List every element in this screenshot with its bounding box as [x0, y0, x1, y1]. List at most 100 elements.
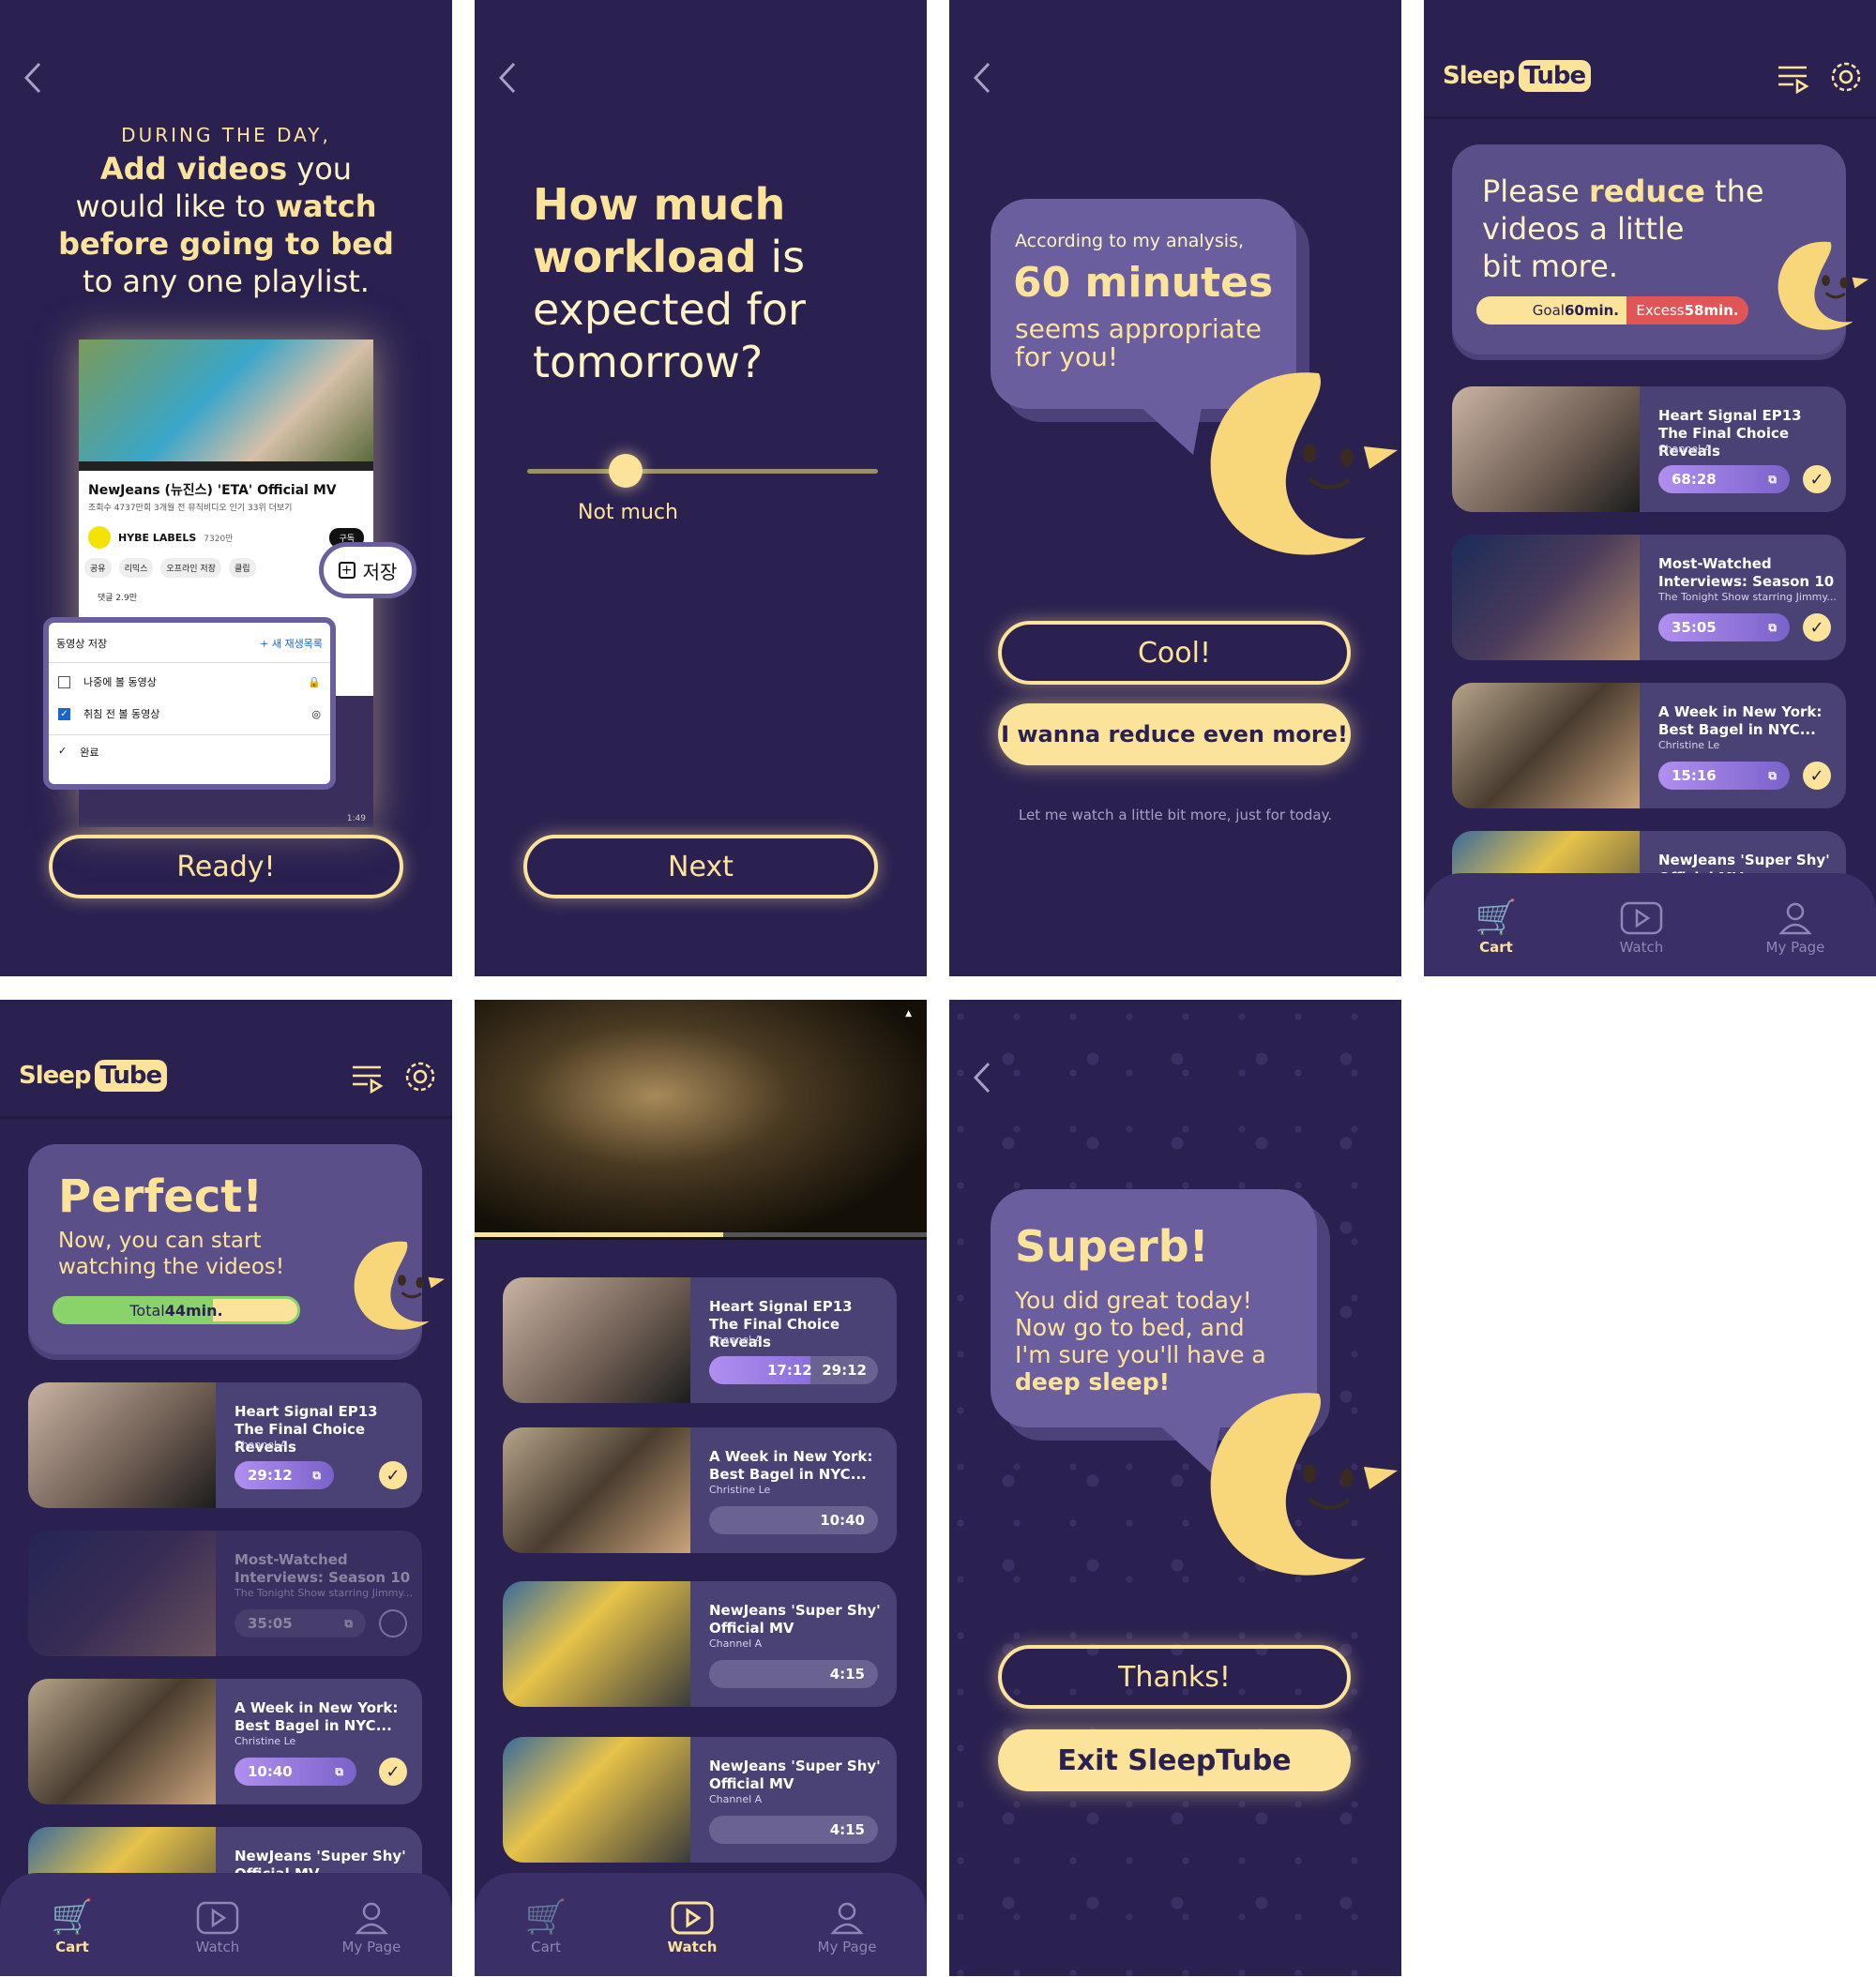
channel-name: HYBE LABELS: [118, 531, 197, 544]
video-card-unchecked[interactable]: Most-Watched Interviews: Season 10 The To…: [28, 1531, 422, 1656]
nav-watch[interactable]: Watch: [196, 1901, 239, 1955]
goal-bar: Goal 60min. Excess 58min.: [1476, 296, 1748, 324]
video-thumbnail: [503, 1581, 690, 1707]
duration-pill[interactable]: 4:15: [709, 1816, 878, 1844]
card-title-2: Official MV: [709, 1620, 794, 1637]
video-card[interactable]: NewJeans 'Super Shy' Official MV Channel …: [503, 1581, 897, 1707]
check-icon[interactable]: ✓: [1803, 613, 1831, 641]
nav-cart[interactable]: 🛒 Cart: [1475, 898, 1518, 957]
thanks-button[interactable]: Thanks!: [998, 1645, 1351, 1709]
done-button[interactable]: ✓ 완료: [49, 735, 330, 769]
sleeptube-logo: Sleep Tube: [19, 1060, 168, 1092]
card-channel: Christine Le: [1658, 739, 1720, 751]
nav-mypage[interactable]: My Page: [342, 1901, 401, 1955]
screen-superb: Superb! You did great today! Now go to b…: [949, 1000, 1401, 1976]
clip-action[interactable]: 클립: [228, 558, 256, 578]
card-channel: Channel A: [1658, 443, 1712, 455]
nav-cart[interactable]: 🛒 Cart: [525, 1901, 567, 1956]
card-channel: Christine Le: [709, 1484, 771, 1496]
duration-pill[interactable]: 10:40 ⧉: [234, 1758, 356, 1786]
nav-mypage[interactable]: My Page: [818, 1901, 876, 1955]
channel-avatar: [88, 526, 111, 549]
remix-action[interactable]: 리믹스: [118, 558, 154, 578]
ready-button[interactable]: Ready!: [49, 835, 403, 898]
back-arrow-icon[interactable]: [968, 1056, 996, 1099]
new-playlist-button[interactable]: + 새 재생목록: [260, 636, 323, 651]
card-title: NewJeans 'Super Shy': [234, 1848, 406, 1864]
video-card-playing[interactable]: Heart Signal EP13 The Final Choice Reveal…: [503, 1277, 897, 1403]
duration-pill[interactable]: 35:05 ⧉: [1658, 613, 1790, 641]
check-icon[interactable]: ✓: [1803, 762, 1831, 790]
duration-pill[interactable]: 29:12 ⧉: [234, 1461, 334, 1489]
back-arrow-icon[interactable]: [19, 56, 47, 99]
cart-icon: 🛒: [1475, 898, 1518, 937]
watch-more-link[interactable]: Let me watch a little bit more, just for…: [949, 807, 1401, 823]
video-thumbnail: [503, 1277, 690, 1403]
video-card[interactable]: A Week in New York: Best Bagel in NYC... …: [503, 1427, 897, 1553]
card-title: Heart Signal EP13: [709, 1298, 853, 1315]
check-icon[interactable]: ✓: [1803, 465, 1831, 493]
duration-pill[interactable]: 4:15: [709, 1660, 878, 1688]
player-progress[interactable]: [475, 1232, 927, 1237]
exit-button[interactable]: Exit SleepTube: [998, 1729, 1351, 1791]
check-icon[interactable]: ✓: [379, 1758, 407, 1786]
playlist-icon[interactable]: [351, 1060, 385, 1094]
gear-icon[interactable]: [403, 1060, 437, 1094]
video-card[interactable]: Most-Watched Interviews: Season 10 The To…: [1452, 535, 1846, 660]
workload-slider[interactable]: [527, 454, 878, 488]
mv-thumbnail: [79, 340, 373, 461]
back-arrow-icon[interactable]: [493, 56, 522, 99]
video-card[interactable]: Heart Signal EP13 The Final Choice Reveal…: [28, 1382, 422, 1508]
moon-mascot-icon: [354, 1241, 445, 1330]
video-card[interactable]: NewJeans 'Super Shy' Official MV Channel …: [503, 1737, 897, 1863]
analysis-minutes: 60 minutes: [1013, 259, 1274, 307]
cool-button[interactable]: Cool!: [998, 621, 1351, 685]
reduce-more-button[interactable]: I wanna reduce even more!: [998, 703, 1351, 765]
playlist-icon[interactable]: [1777, 60, 1810, 94]
duration-pill[interactable]: 15:16 ⧉: [1658, 762, 1790, 790]
screen-cart-perfect: Sleep Tube Perfect! Now, you can start wa…: [0, 1000, 452, 1976]
checkbox-later[interactable]: [58, 675, 70, 688]
next-button[interactable]: Next: [523, 835, 878, 898]
empty-check[interactable]: [379, 1609, 407, 1637]
play-icon: [671, 1901, 714, 1935]
cast-icon: ⧉: [1768, 472, 1777, 486]
playlist-bedtime: 취침 전 볼 동영상: [83, 708, 160, 720]
video-player[interactable]: ▲: [475, 1000, 927, 1240]
mock-duration: 1:49: [346, 814, 366, 823]
duration-pill[interactable]: 10:40: [709, 1506, 878, 1534]
nav-mypage[interactable]: My Page: [1766, 901, 1824, 956]
play-icon: [1620, 901, 1663, 935]
card-title: NewJeans 'Super Shy': [709, 1602, 881, 1619]
offline-save-action[interactable]: 오프라인 저장: [160, 558, 221, 578]
card-title: NewJeans 'Super Shy': [709, 1758, 881, 1774]
gear-icon[interactable]: [1829, 60, 1863, 94]
card-channel: Channel A: [709, 1793, 763, 1805]
video-card[interactable]: Heart Signal EP13 The Final Choice Reveal…: [1452, 386, 1846, 512]
nav-watch[interactable]: Watch: [1620, 901, 1663, 956]
share-action[interactable]: 공유: [84, 558, 112, 578]
perfect-sub1: Now, you can start: [58, 1229, 262, 1253]
user-icon: [830, 1902, 864, 1935]
card-title: NewJeans 'Super Shy': [1658, 852, 1830, 868]
channel-subs: 7320만: [204, 534, 234, 544]
check-icon[interactable]: ✓: [379, 1461, 407, 1489]
save-chip[interactable]: + 저장: [319, 542, 416, 598]
nav-watch[interactable]: Watch: [668, 1901, 717, 1955]
bottom-nav: 🛒 Cart Watch My Page: [0, 1873, 452, 1976]
video-thumbnail: [1452, 535, 1640, 660]
duration-pill[interactable]: 35:05 ⧉: [234, 1609, 366, 1637]
nav-cart[interactable]: 🛒 Cart: [52, 1901, 94, 1956]
duration-pill[interactable]: 68:28 ⧉: [1658, 465, 1790, 493]
playlist-later: 나중에 볼 동영상: [83, 676, 157, 688]
card-title: Heart Signal EP13: [234, 1403, 378, 1420]
video-card[interactable]: A Week in New York: Best Bagel in NYC... …: [28, 1679, 422, 1804]
back-arrow-icon[interactable]: [968, 56, 996, 99]
screen-watch: ▲ Heart Signal EP13 The Final Choice Reve…: [475, 1000, 927, 1976]
video-card[interactable]: A Week in New York: Best Bagel in NYC... …: [1452, 683, 1846, 808]
watch-progress-pill[interactable]: 17:12 29:12: [709, 1356, 878, 1384]
superb-title: Superb!: [1015, 1221, 1209, 1272]
slider-thumb[interactable]: [608, 454, 643, 488]
checkbox-bedtime[interactable]: ✓: [58, 707, 70, 720]
lock-icon: 🔒: [308, 675, 321, 688]
